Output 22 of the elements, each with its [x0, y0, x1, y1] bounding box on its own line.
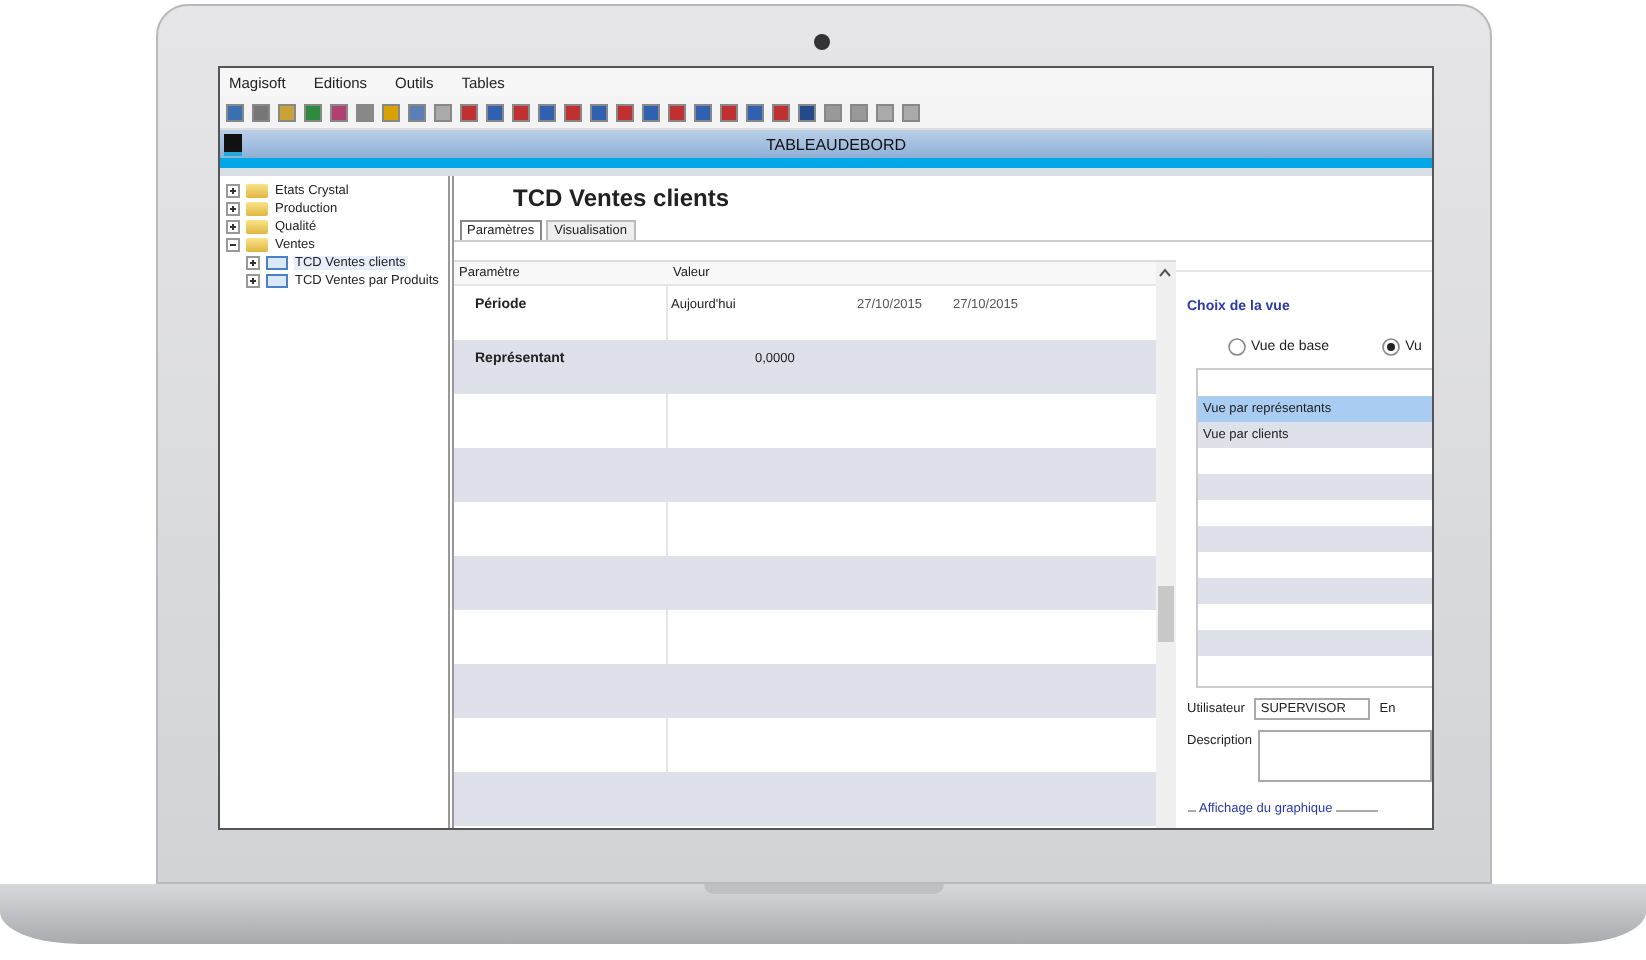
camera-icon: [813, 34, 829, 50]
folder-icon: [245, 202, 267, 216]
scrollbar-thumb[interactable]: [1157, 586, 1173, 642]
radio-button[interactable]: [1227, 338, 1245, 356]
app-logo-icon: [223, 133, 241, 155]
report-icon: [265, 274, 287, 288]
folder-icon: [245, 220, 267, 234]
scrollbar[interactable]: [1155, 262, 1175, 828]
window-title: TABLEAUDEBORD: [763, 135, 909, 153]
page-title: TCD Ventes clients: [511, 182, 732, 216]
expander-icon[interactable]: [225, 202, 239, 216]
expander-icon[interactable]: [225, 220, 239, 234]
folder-icon: [245, 238, 267, 252]
expander-icon[interactable]: [245, 274, 259, 288]
report-icon: [265, 256, 287, 270]
description-field[interactable]: [1257, 730, 1431, 782]
expander-icon[interactable]: [225, 238, 239, 252]
radio-button[interactable]: [1381, 338, 1400, 356]
folder-icon: [245, 184, 267, 198]
expander-icon[interactable]: [225, 184, 239, 198]
caret-up-icon[interactable]: [1157, 268, 1171, 278]
expander-icon[interactable]: [245, 256, 259, 270]
